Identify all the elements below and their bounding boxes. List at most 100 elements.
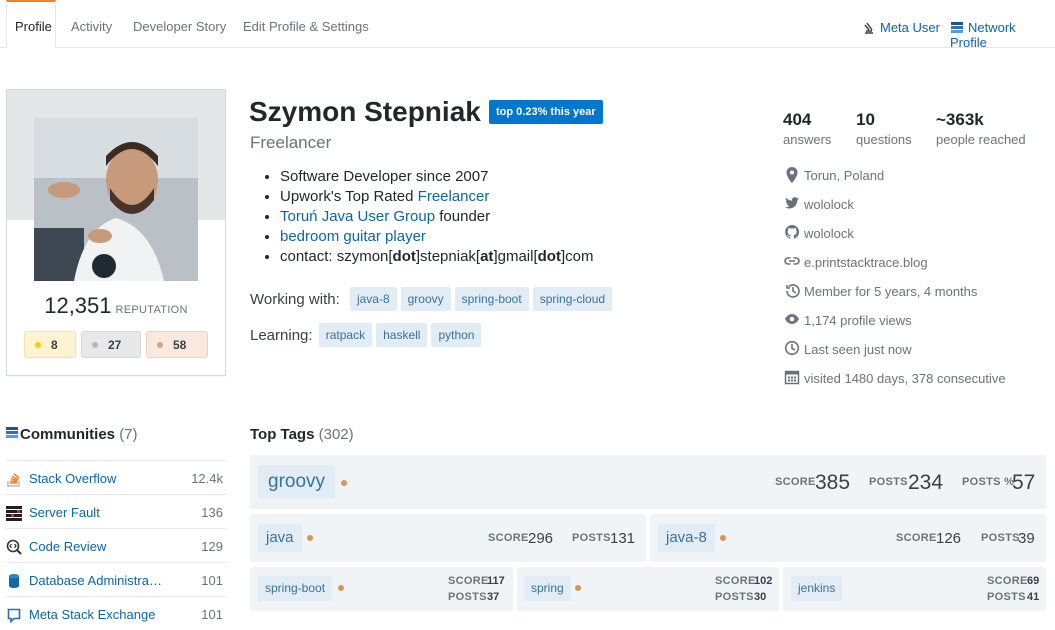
gold-badge-count: 8 [51,338,58,352]
stack-overflow-icon [7,473,20,487]
top-tag-row[interactable]: java SCORE 296 POSTS 131 [250,514,646,562]
top-percent-badge[interactable]: top 0.23% this year [489,100,603,124]
avatar[interactable] [34,118,198,281]
posts-label: POSTS [869,476,908,488]
freelancer-link[interactable]: Freelancer [418,188,490,205]
posts-label: POSTS [987,591,1026,603]
github-icon [785,224,800,239]
posts-value: 234 [908,471,944,494]
silver-badge-count: 27 [108,338,122,352]
contact-text: ]com [560,248,594,265]
visited-text: visited 1480 days, 378 consecutive [804,371,1006,386]
posts-label: POSTS [448,591,487,603]
tag-chip[interactable]: java-8 [658,524,715,552]
top-tag-row[interactable]: java-8 SCORE 126 POSTS 39 [650,514,1046,562]
posts-label: POSTS [981,532,1020,544]
tag-chip[interactable]: groovy [258,465,336,498]
stat-questions[interactable]: 10 questions [856,110,912,147]
community-name[interactable]: Stack Overflow [29,471,169,486]
tab-activity[interactable]: Activity [63,0,120,48]
bio-item: Toruń Java User Group founder [280,207,593,227]
community-row[interactable]: Server Fault 136 [6,494,226,528]
bio-list: Software Developer since 2007 Upwork's T… [280,167,593,267]
top-tags-heading[interactable]: Top Tags (302) [250,426,354,443]
location-pin-icon [786,167,798,183]
community-name[interactable]: Server Fault [29,505,169,520]
top-tag-row[interactable]: spring-boot SCORE 117 POSTS 37 [250,567,513,611]
top-tag-row[interactable]: jenkins SCORE 69 POSTS 41 [783,567,1046,611]
tag-chip[interactable]: ratpack [318,323,373,347]
community-name[interactable]: Meta Stack Exchange [29,607,169,622]
community-rep: 101 [201,607,223,622]
stat-value: 404 [783,110,812,129]
reputation-block: 12,351 REPUTATION [7,293,225,319]
tag-chip[interactable]: jenkins [791,576,843,601]
contact-text: ]gmail[ [493,248,538,265]
tab-developer-story[interactable]: Developer Story [125,0,234,48]
posts-value: 131 [610,530,636,547]
views-text: 1,174 profile views [804,313,912,328]
posts-value: 30 [754,591,767,603]
bio-text: Upwork's Top Rated [280,188,418,205]
bio-text: Software Developer since 2007 [280,168,489,185]
twitter-link[interactable]: wololock [804,197,854,212]
score-label: SCORE [448,575,489,587]
tag-chip[interactable]: java-8 [349,287,397,311]
meta-bubble-icon [7,608,21,623]
tag-chip[interactable]: groovy [400,287,451,311]
community-row[interactable]: Database Administra… 101 [6,562,226,596]
reputation-label: REPUTATION [115,304,188,316]
guitar-link[interactable]: bedroom guitar player [280,228,426,245]
score-label: SCORE [488,532,529,544]
top-tags-count: (302) [318,426,354,443]
top-tag-row[interactable]: groovy SCORE 385 POSTS 234 POSTS % 57 [250,455,1046,509]
score-value: 117 [487,575,505,587]
bronze-badges[interactable]: 58 [146,331,208,358]
contact-text: ]stepniak[ [415,248,481,265]
gold-badges[interactable]: 8 [24,331,76,358]
website-link[interactable]: e.printstacktrace.blog [804,255,928,270]
stat-answers[interactable]: 404 answers [783,110,831,147]
seen-text: Last seen just now [804,342,912,357]
community-row[interactable]: Meta Stack Exchange 101 [6,596,226,630]
tab-profile[interactable]: Profile [6,0,56,48]
score-label: SCORE [896,532,937,544]
eye-icon [785,314,799,324]
bio-item: bedroom guitar player [280,227,593,247]
communities-count: (7) [119,426,138,443]
member-text: Member for 5 years, 4 months [804,284,978,299]
score-value: 385 [815,471,851,494]
tag-chip[interactable]: spring-cloud [532,287,613,311]
database-icon [9,574,19,588]
silver-badge-icon [92,342,98,348]
communities-heading[interactable]: Communities (7) [6,426,138,443]
tag-chip[interactable]: java [258,524,302,552]
contact-text: at [480,248,494,265]
jug-link[interactable]: Toruń Java User Group [280,208,435,225]
silver-badges[interactable]: 27 [81,331,141,358]
tab-edit-profile[interactable]: Edit Profile & Settings [235,0,377,48]
contact-text: dot [392,248,416,265]
community-row[interactable]: Code Review 129 [6,528,226,562]
tag-chip[interactable]: spring-boot [454,287,529,311]
network-profile-link[interactable]: Network Profile [950,20,1055,50]
top-tag-row[interactable]: spring SCORE 102 POSTS 30 [517,567,779,611]
twitter-icon [785,197,799,209]
github-link[interactable]: wololock [804,226,854,241]
community-row[interactable]: Stack Overflow 12.4k [6,460,226,494]
tag-chip[interactable]: python [431,323,482,347]
bio-item-contact: contact: szymon[dot]stepniak[at]gmail[do… [280,247,593,267]
user-card: 12,351 REPUTATION 8 27 58 [6,89,226,376]
meta-user-link[interactable]: Meta User [862,20,940,35]
working-with: Working with: java-8 groovy spring-boot spr… [250,287,613,311]
tag-chip[interactable]: spring [524,576,571,601]
tag-chip[interactable]: haskell [376,323,428,347]
user-name: Szymon Stepniak [249,96,481,127]
bronze-badge-icon [157,342,163,348]
tag-chip[interactable]: spring-boot [258,576,333,601]
profile-tabs: Profile Activity Developer Story Edit Pr… [0,0,1055,50]
server-fault-icon [6,506,22,521]
community-name[interactable]: Code Review [29,539,169,554]
posts-label: POSTS [715,591,754,603]
community-name[interactable]: Database Administra… [29,573,169,588]
